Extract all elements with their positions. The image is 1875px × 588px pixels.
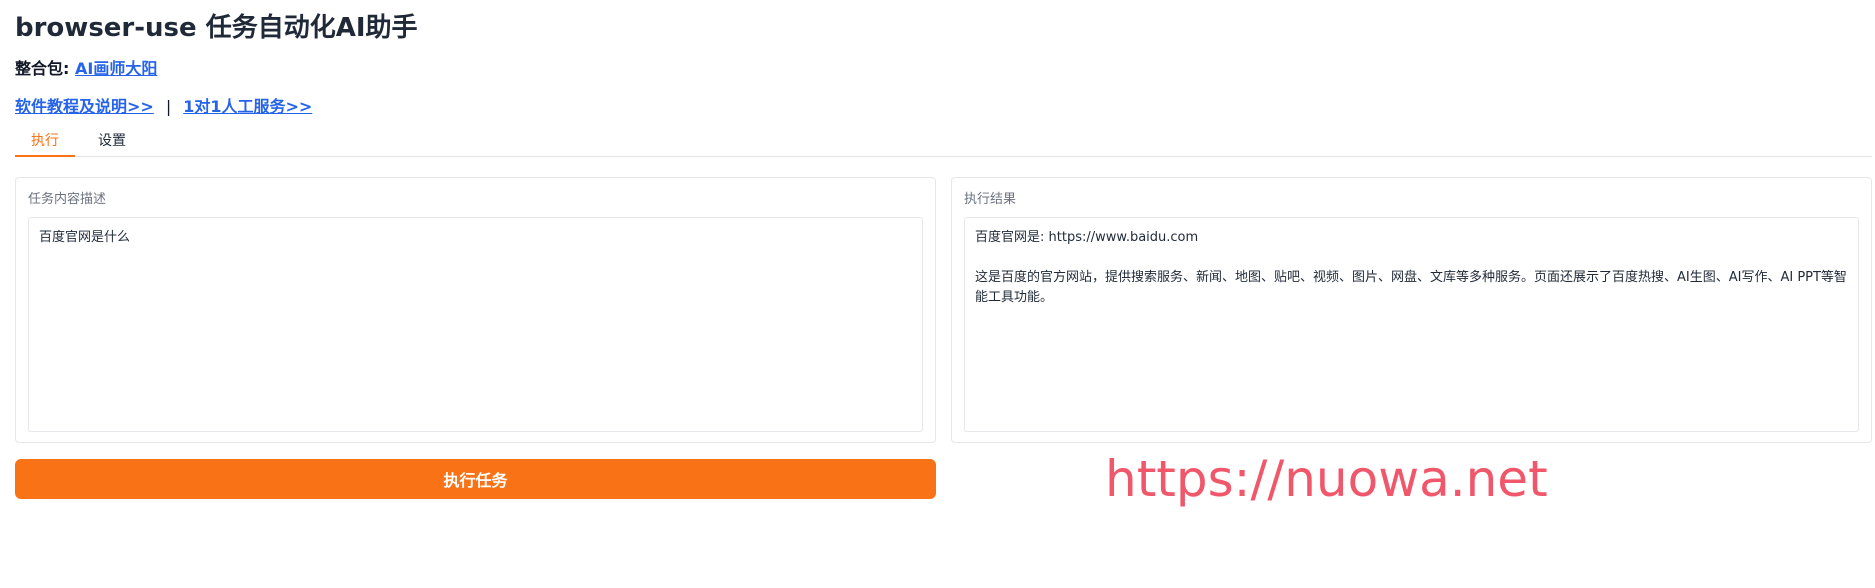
- page-title: browser-use 任务自动化AI助手: [15, 13, 418, 43]
- task-input[interactable]: [28, 217, 923, 432]
- result-line-url: 百度官网是: https://www.baidu.com: [975, 230, 1199, 245]
- result-panel-label: 执行结果: [964, 192, 1017, 207]
- result-panel: 执行结果 百度官网是: https://www.baidu.com 这是百度的官…: [951, 177, 1872, 443]
- package-link[interactable]: AI画师大阳: [75, 59, 157, 78]
- result-output[interactable]: 百度官网是: https://www.baidu.com 这是百度的官方网站，提…: [964, 217, 1859, 432]
- app-window: browser-use 任务自动化AI助手 整合包: AI画师大阳 软件教程及说…: [0, 0, 1875, 588]
- task-panel: 任务内容描述: [15, 177, 936, 443]
- result-spacer: [975, 248, 1848, 268]
- tab-bar: 执行 设置: [15, 128, 1872, 157]
- tutorial-link[interactable]: 软件教程及说明>>: [15, 97, 154, 116]
- link-separator: |: [165, 97, 172, 116]
- tab-settings[interactable]: 设置: [87, 128, 137, 157]
- run-task-button[interactable]: 执行任务: [15, 459, 936, 499]
- tab-execute[interactable]: 执行: [15, 128, 75, 157]
- package-line: 整合包: AI画师大阳: [15, 55, 157, 79]
- links-line: 软件教程及说明>> | 1对1人工服务>>: [15, 93, 312, 117]
- package-label: 整合包:: [15, 59, 70, 78]
- watermark-text: https://nuowa.net: [1105, 450, 1548, 508]
- service-link[interactable]: 1对1人工服务>>: [183, 97, 312, 116]
- result-line-description: 这是百度的官方网站，提供搜索服务、新闻、地图、贴吧、视频、图片、网盘、文库等多种…: [975, 270, 1847, 305]
- task-panel-label: 任务内容描述: [28, 192, 107, 207]
